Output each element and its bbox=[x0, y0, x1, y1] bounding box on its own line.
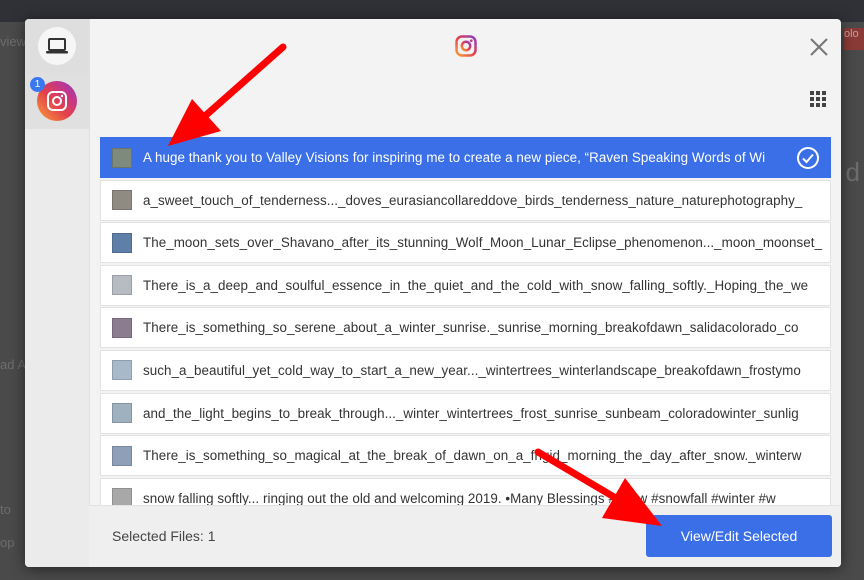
view-edit-selected-button[interactable]: View/Edit Selected bbox=[646, 515, 832, 557]
file-thumbnail bbox=[112, 403, 132, 424]
grid-view-icon[interactable] bbox=[808, 89, 828, 109]
background-text-2: to bbox=[0, 502, 11, 517]
background-view-text: view bbox=[0, 34, 27, 49]
file-row[interactable]: such_a_beautiful_yet_cold_way_to_start_a… bbox=[100, 349, 831, 391]
background-big-text: d bbox=[845, 157, 860, 187]
file-thumbnail bbox=[112, 317, 132, 338]
instagram-count-badge: 1 bbox=[30, 77, 45, 92]
close-icon[interactable] bbox=[808, 36, 830, 58]
file-thumbnail bbox=[112, 445, 132, 466]
instagram-icon bbox=[455, 35, 477, 57]
file-thumbnail bbox=[112, 275, 132, 296]
file-name: There_is_something_so_serene_about_a_win… bbox=[143, 320, 799, 336]
background-text-1: ad A bbox=[0, 357, 27, 372]
file-name: There_is_something_so_magical_at_the_bre… bbox=[143, 448, 802, 464]
file-picker-modal: 1 A huge thank you to Valley Visions for… bbox=[25, 19, 841, 567]
modal-footer: Selected Files: 1 View/Edit Selected bbox=[89, 505, 841, 567]
file-list[interactable]: A huge thank you to Valley Visions for i… bbox=[100, 137, 831, 505]
background-badge: olo bbox=[844, 28, 864, 50]
instagram-icon bbox=[47, 91, 67, 111]
file-name: There_is_a_deep_and_soulful_essence_in_t… bbox=[143, 277, 809, 293]
device-icon-circle bbox=[38, 27, 76, 65]
check-circle-icon bbox=[797, 146, 819, 169]
background-text-3: op bbox=[0, 535, 15, 550]
source-device-button[interactable] bbox=[25, 19, 89, 73]
file-name: snow falling softly... ringing out the o… bbox=[143, 490, 776, 505]
source-sidebar: 1 bbox=[25, 19, 90, 567]
file-row[interactable]: A huge thank you to Valley Visions for i… bbox=[100, 137, 831, 178]
laptop-icon bbox=[46, 38, 68, 54]
file-name: The_moon_sets_over_Shavano_after_its_stu… bbox=[143, 235, 823, 251]
file-name: and_the_light_begins_to_break_through...… bbox=[143, 405, 799, 421]
file-row[interactable]: There_is_something_so_magical_at_the_bre… bbox=[100, 435, 831, 477]
file-name: such_a_beautiful_yet_cold_way_to_start_a… bbox=[143, 362, 801, 378]
file-name: a_sweet_touch_of_tenderness..._doves_eur… bbox=[143, 192, 803, 208]
file-thumbnail bbox=[112, 232, 132, 253]
file-row[interactable]: There_is_something_so_serene_about_a_win… bbox=[100, 307, 831, 349]
selected-files-count: Selected Files: 1 bbox=[112, 528, 216, 544]
file-thumbnail bbox=[112, 190, 132, 211]
file-row[interactable]: The_moon_sets_over_Shavano_after_its_stu… bbox=[100, 222, 831, 264]
file-row[interactable]: and_the_light_begins_to_break_through...… bbox=[100, 392, 831, 434]
file-thumbnail bbox=[112, 147, 132, 168]
file-name: A huge thank you to Valley Visions for i… bbox=[143, 150, 766, 165]
file-row[interactable]: There_is_a_deep_and_soulful_essence_in_t… bbox=[100, 264, 831, 306]
file-row[interactable]: snow falling softly... ringing out the o… bbox=[100, 477, 831, 505]
file-thumbnail bbox=[112, 360, 132, 381]
file-row[interactable]: a_sweet_touch_of_tenderness..._doves_eur… bbox=[100, 179, 831, 221]
file-thumbnail bbox=[112, 488, 132, 505]
